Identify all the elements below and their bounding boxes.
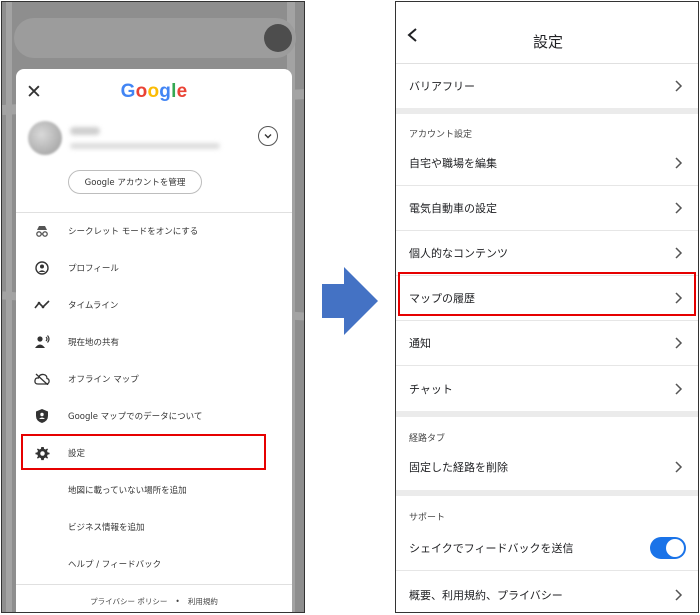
account-email-blurred [70, 143, 220, 149]
chevron-right-icon [675, 79, 683, 92]
chevron-right-icon [675, 202, 683, 214]
incognito-icon [33, 222, 51, 240]
settings-header: 設定 [396, 2, 698, 64]
footer-links: プライバシー ポリシー • 利用規約 [16, 596, 292, 607]
menu-item-label: シークレット モードをオンにする [68, 227, 199, 237]
menu-item-label: ヘルプ / フィードバック [68, 560, 162, 570]
account-menu: ✕ Google Google アカウントを管理 シークレット モードをオンにす… [16, 69, 292, 612]
chevron-right-icon [675, 337, 683, 349]
settings-item-label: 個人的なコンテンツ [409, 247, 508, 260]
menu-item-label: Google マップでのデータについて [68, 412, 203, 422]
manage-account-button[interactable]: Google アカウントを管理 [68, 170, 202, 194]
chevron-right-icon [675, 247, 683, 259]
settings-item-home-work[interactable]: 自宅や職場を編集 [396, 141, 698, 186]
chevron-right-icon [675, 157, 683, 169]
chevron-right-icon [675, 382, 683, 395]
menu-item-add-business[interactable]: ビジネス情報を追加 [16, 509, 292, 545]
settings-item-label: チャット [409, 382, 453, 396]
account-name-blurred [70, 127, 100, 135]
location-share-icon [33, 333, 51, 351]
settings-item-label: 固定した経路を削除 [409, 460, 508, 474]
menu-item-add-missing-place[interactable]: 地図に載っていない場所を追加 [16, 472, 292, 508]
menu-item-label: 地図に載っていない場所を追加 [68, 486, 187, 496]
chevron-right-icon [675, 588, 683, 601]
menu-item-label: ビジネス情報を追加 [68, 523, 145, 533]
section-divider [396, 108, 698, 114]
chevron-down-icon[interactable] [258, 126, 278, 146]
settings-item-label: 電気自動車の設定 [409, 202, 497, 215]
shield-icon [33, 407, 51, 425]
timeline-icon [33, 296, 51, 314]
divider [16, 584, 292, 585]
avatar[interactable] [28, 121, 62, 155]
settings-item-notifications[interactable]: 通知 [396, 321, 698, 366]
menu-item-location-share[interactable]: 現在地の共有 [16, 324, 292, 360]
settings-item-remove-pinned-route[interactable]: 固定した経路を削除 [396, 444, 698, 489]
settings-item-label: 自宅や職場を編集 [409, 157, 497, 170]
arrow-right-icon [322, 267, 378, 335]
offline-cloud-icon [33, 370, 51, 388]
menu-item-label: オフライン マップ [68, 375, 139, 385]
settings-item-shake-feedback[interactable]: シェイクでフィードバックを送信 [396, 526, 698, 571]
privacy-policy-link[interactable]: プライバシー ポリシー [90, 597, 167, 606]
section-header-account: アカウント設定 [409, 130, 473, 140]
settings-item-about[interactable]: 概要、利用規約、プライバシー [396, 572, 698, 612]
menu-item-profile[interactable]: プロフィール [16, 250, 292, 286]
map-search-bar[interactable] [14, 18, 296, 58]
page-title: 設定 [532, 33, 563, 51]
section-divider [396, 411, 698, 417]
shake-feedback-toggle[interactable] [650, 537, 686, 559]
chevron-right-icon [675, 460, 683, 473]
section-header-route: 経路タブ [409, 434, 446, 444]
highlight-box-maps-history [398, 272, 696, 316]
menu-item-label: プロフィール [68, 264, 119, 274]
map-road [6, 2, 12, 612]
menu-item-label: タイムライン [68, 301, 119, 311]
settings-item-ev[interactable]: 電気自動車の設定 [396, 186, 698, 231]
profile-icon [33, 259, 51, 277]
left-screenshot: ✕ Google Google アカウントを管理 シークレット モードをオンにす… [1, 1, 305, 613]
menu-item-incognito[interactable]: シークレット モードをオンにする [16, 213, 292, 249]
settings-item-label: 概要、利用規約、プライバシー [409, 588, 563, 602]
settings-item-label: 通知 [409, 337, 431, 350]
settings-item-label: シェイクでフィードバックを送信 [409, 542, 574, 555]
settings-item-accessibility[interactable]: バリアフリー [396, 63, 698, 108]
menu-item-help-feedback[interactable]: ヘルプ / フィードバック [16, 546, 292, 582]
menu-item-timeline[interactable]: タイムライン [16, 287, 292, 323]
settings-item-personal-content[interactable]: 個人的なコンテンツ [396, 231, 698, 276]
separator-dot: • [175, 597, 180, 606]
section-divider [396, 490, 698, 496]
menu-item-offline-maps[interactable]: オフライン マップ [16, 361, 292, 397]
highlight-box-settings [21, 434, 266, 470]
settings-item-label: バリアフリー [409, 79, 475, 93]
section-header-support: サポート [409, 513, 446, 523]
menu-item-label: 現在地の共有 [68, 338, 120, 348]
map-avatar[interactable] [264, 24, 292, 52]
terms-link[interactable]: 利用規約 [188, 597, 218, 606]
menu-item-data-in-maps[interactable]: Google マップでのデータについて [16, 398, 292, 434]
google-logo: Google [120, 81, 188, 102]
settings-item-chat[interactable]: チャット [396, 366, 698, 411]
